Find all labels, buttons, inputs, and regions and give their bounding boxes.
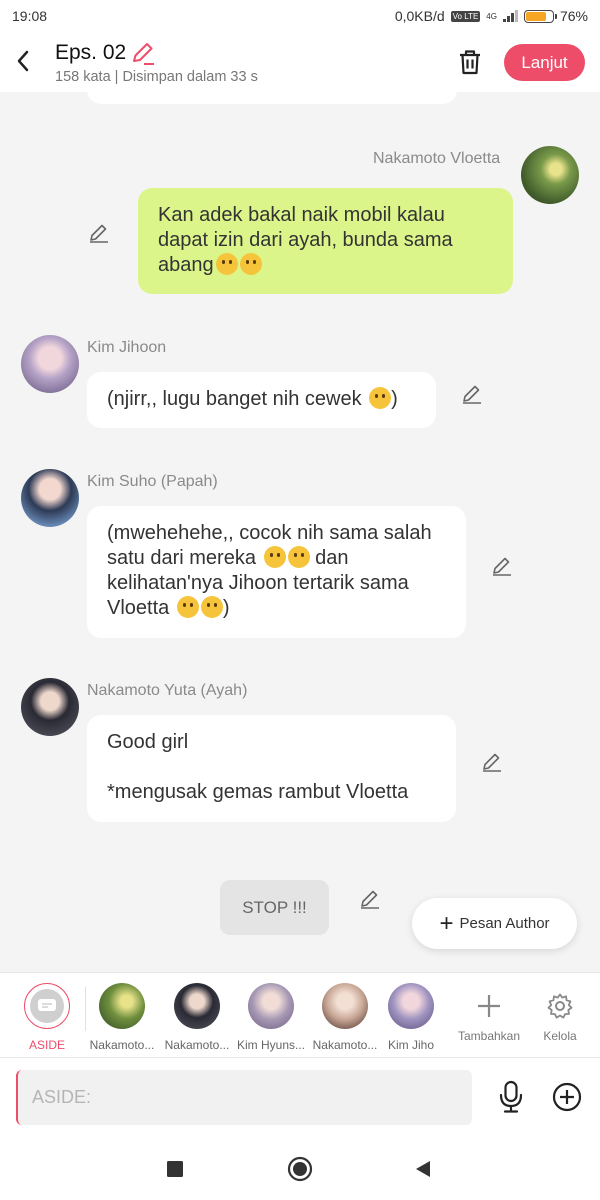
volte-icon: Vo LTE [450, 10, 481, 22]
back-nav-button[interactable] [410, 1156, 436, 1182]
battery-percent: 76% [559, 8, 588, 24]
triangle-back-icon [416, 1161, 430, 1177]
edit-message-icon[interactable] [481, 750, 503, 772]
back-button[interactable] [12, 46, 34, 76]
avatar [174, 983, 220, 1029]
input-bar [0, 1058, 600, 1138]
square-icon [167, 1161, 183, 1177]
network-type: 4G [486, 11, 497, 21]
microphone-icon[interactable] [497, 1080, 525, 1114]
upside-down-face-emoji-icon [176, 596, 199, 618]
avatar [322, 983, 368, 1029]
edit-message-icon[interactable] [88, 221, 110, 243]
character-item[interactable]: Kim Jiho [378, 983, 444, 1052]
avatar [248, 983, 294, 1029]
grinning-emoji-icon [263, 546, 286, 568]
chat-bubble-icon [38, 999, 56, 1011]
aside-avatar [24, 983, 70, 1029]
sender-name: Nakamoto Yuta (Ayah) [87, 682, 248, 699]
grinning-emoji-icon [287, 546, 310, 568]
system-nav-bar [0, 1138, 600, 1200]
character-label: Kim Hyuns... [236, 1038, 305, 1052]
home-circle-icon [287, 1156, 313, 1182]
add-character-button[interactable]: Tambahkan [452, 983, 526, 1043]
character-item[interactable]: Nakamoto... [160, 983, 234, 1052]
author-note-button[interactable]: + Pesan Author [412, 898, 577, 949]
home-button[interactable] [287, 1156, 313, 1182]
edit-message-icon[interactable] [359, 887, 381, 909]
edit-message-icon[interactable] [461, 382, 483, 404]
edit-message-icon[interactable] [491, 554, 513, 576]
signal-icon [502, 10, 518, 22]
tool-label: Tambahkan [457, 1029, 521, 1043]
avatar [99, 983, 145, 1029]
message-bubble[interactable]: (mwehehehe,, cocok nih sama salah satu d… [87, 506, 466, 638]
plus-icon: + [439, 909, 454, 937]
message-bubble[interactable]: Kan adek bakal naik mobil kalau dapat iz… [138, 188, 513, 294]
character-label: Kim Jiho [387, 1038, 434, 1052]
avatar[interactable] [521, 146, 579, 204]
tool-label: Kelola [543, 1029, 577, 1043]
message-text-line: *mengusak gemas rambut Vloetta [107, 781, 409, 803]
plus-icon [478, 995, 500, 1017]
message-text-suffix: ) [222, 597, 230, 619]
sad-face-emoji-icon [239, 253, 262, 275]
stop-message[interactable]: STOP !!! [220, 880, 329, 935]
network-speed: 0,0KB/d [394, 8, 445, 24]
upside-down-face-emoji-icon [200, 596, 223, 618]
recents-button[interactable] [162, 1156, 188, 1182]
avatar[interactable] [21, 335, 79, 393]
status-bar: 19:08 0,0KB/d Vo LTE 4G 76% [0, 0, 600, 32]
character-label: ASIDE [28, 1038, 65, 1052]
message-input[interactable] [16, 1070, 472, 1125]
message-text: Kan adek bakal naik mobil kalau dapat iz… [158, 204, 453, 276]
author-note-label: Pesan Author [459, 915, 550, 932]
sad-face-emoji-icon [215, 253, 238, 275]
character-label: Nakamoto... [312, 1038, 378, 1052]
previous-message-bubble [87, 92, 457, 104]
message-text: (njirr,, lugu banget nih cewek [107, 388, 368, 410]
message-bubble[interactable]: (njirr,, lugu banget nih cewek ) [87, 372, 436, 428]
sender-name: Nakamoto Vloetta [373, 150, 501, 167]
status-indicators: 0,0KB/d Vo LTE 4G 76% [395, 8, 588, 24]
character-item[interactable]: Nakamoto... [308, 983, 382, 1052]
manage-characters-button[interactable]: Kelola [523, 983, 597, 1043]
message-bubble[interactable]: Good girl *mengusak gemas rambut Vloetta [87, 715, 456, 822]
chat-area[interactable]: Nakamoto Vloetta Kan adek bakal naik mob… [0, 92, 600, 972]
episode-title: Eps. 02 [55, 41, 127, 64]
title-row: Eps. 02 [55, 40, 156, 66]
character-label: Nakamoto... [164, 1038, 230, 1052]
character-aside[interactable]: ASIDE [10, 983, 84, 1052]
next-button[interactable]: Lanjut [504, 44, 585, 81]
word-count-status: 158 kata | Disimpan dalam 33 s [55, 69, 258, 85]
trash-icon[interactable] [457, 48, 483, 76]
status-time: 19:08 [12, 8, 48, 24]
gear-icon [547, 993, 573, 1019]
sender-name: Kim Suho (Papah) [87, 473, 218, 490]
character-bar: ASIDE Nakamoto... Nakamoto... Kim Hyuns.… [0, 972, 600, 1058]
sender-name: Kim Jihoon [87, 339, 167, 356]
avatar[interactable] [21, 469, 79, 527]
message-text-suffix: ) [391, 388, 398, 410]
chevron-left-icon [17, 50, 29, 72]
character-item[interactable]: Nakamoto... [85, 983, 159, 1052]
battery-icon [523, 9, 557, 23]
avatar [388, 983, 434, 1029]
avatar[interactable] [21, 678, 79, 736]
neutral-face-emoji-icon [369, 387, 392, 409]
app-header: Eps. 02 158 kata | Disimpan dalam 33 s L… [0, 32, 600, 92]
message-text-line: Good girl [107, 731, 189, 753]
character-label: Nakamoto... [89, 1038, 155, 1052]
character-item[interactable]: Kim Hyuns... [234, 983, 308, 1052]
edit-title-icon[interactable] [130, 40, 156, 66]
add-circle-icon[interactable] [552, 1082, 582, 1112]
